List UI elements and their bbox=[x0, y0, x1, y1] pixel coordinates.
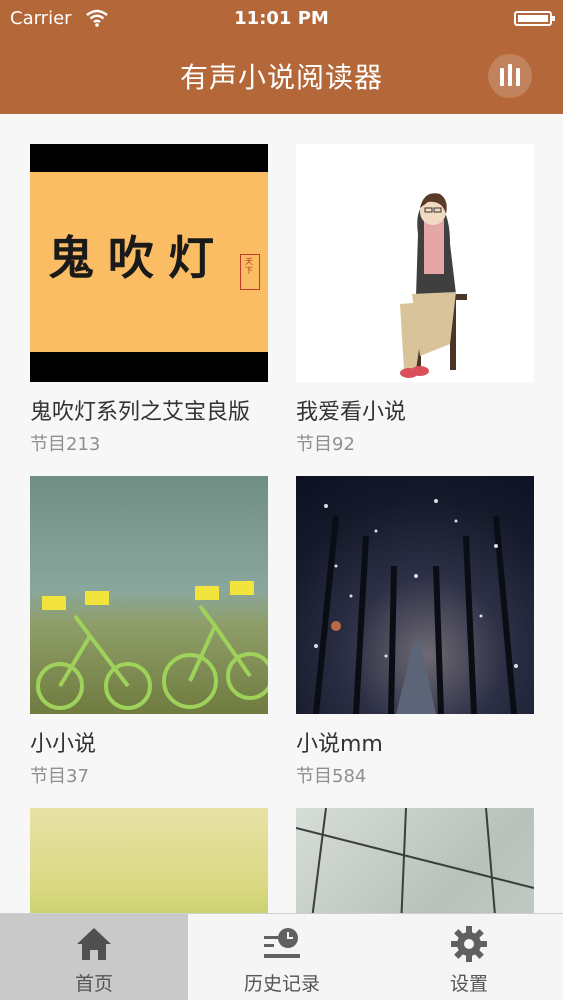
now-playing-button[interactable] bbox=[488, 54, 532, 98]
book-title: 小说mm bbox=[296, 732, 383, 757]
episode-count: 节目92 bbox=[296, 434, 355, 455]
cover-illustration bbox=[296, 808, 534, 913]
tab-settings[interactable]: 设置 bbox=[375, 914, 563, 1000]
tab-bar: 首页 历史记录 设置 bbox=[0, 913, 563, 1000]
episode-count: 节目37 bbox=[30, 766, 89, 787]
book-title: 小小说 bbox=[30, 732, 97, 757]
episode-count: 节目213 bbox=[30, 434, 101, 455]
gear-icon bbox=[451, 926, 487, 962]
episode-count: 节目584 bbox=[296, 766, 367, 787]
page-title: 有声小说阅读器 bbox=[179, 61, 383, 94]
cover-illustration bbox=[36, 581, 268, 710]
equalizer-icon bbox=[500, 68, 504, 86]
book-title: 我爱看小说 bbox=[296, 400, 407, 425]
book-grid: 鬼吹灯 天下 鬼吹灯系列之艾宝良版 节目213 我爱看小说 节目92 小小说 节… bbox=[0, 114, 563, 913]
book-cover bbox=[30, 808, 268, 913]
status-bar: Carrier 11:01 PM bbox=[0, 0, 563, 40]
history-icon bbox=[264, 928, 300, 958]
book-cover bbox=[296, 808, 534, 913]
tab-label: 设置 bbox=[449, 973, 488, 995]
battery-icon bbox=[514, 11, 555, 26]
cover-illustration bbox=[313, 499, 518, 714]
cover-illustration bbox=[400, 193, 467, 378]
nav-bar: Carrier 11:01 PM 有声小说阅读器 bbox=[0, 0, 563, 114]
book-cover bbox=[296, 476, 534, 714]
book-cover: 鬼吹灯 天下 bbox=[30, 144, 268, 382]
status-time: 11:01 PM bbox=[234, 8, 329, 29]
book-cover bbox=[296, 144, 534, 382]
tab-label: 历史记录 bbox=[243, 973, 320, 995]
tab-home[interactable]: 首页 bbox=[0, 914, 188, 1000]
cover-calligraphy: 鬼吹灯 bbox=[48, 231, 228, 285]
tab-history[interactable]: 历史记录 bbox=[188, 914, 376, 1000]
home-icon bbox=[77, 928, 111, 960]
book-title: 鬼吹灯系列之艾宝良版 bbox=[30, 400, 251, 425]
cover-seal: 天下 bbox=[240, 254, 260, 290]
tab-label: 首页 bbox=[74, 973, 113, 995]
book-cover bbox=[30, 476, 268, 714]
